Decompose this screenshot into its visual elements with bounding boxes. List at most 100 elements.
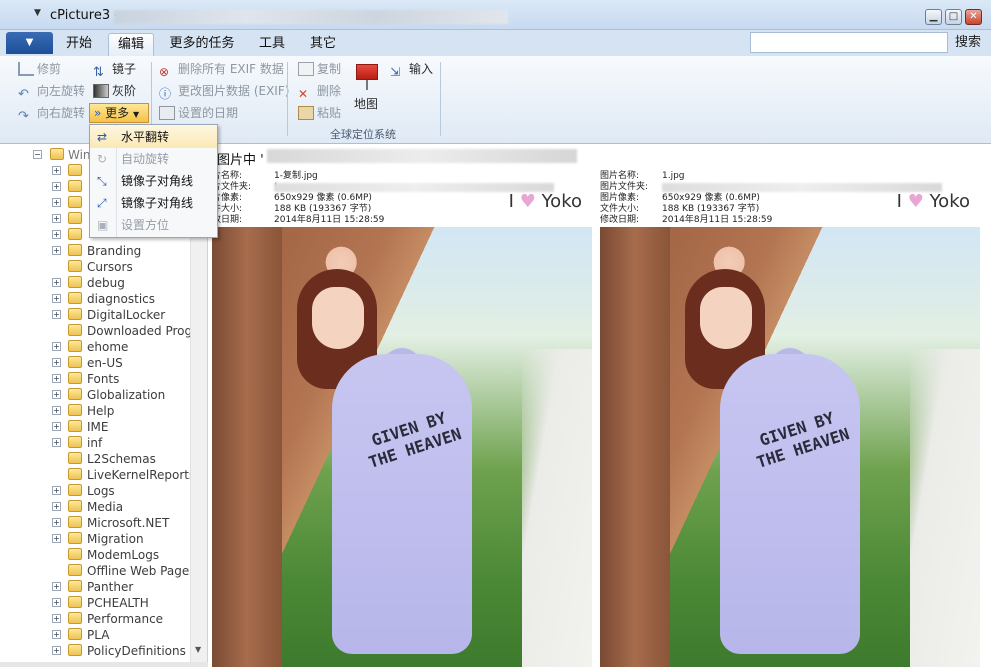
tree-item[interactable]: + inf [0, 435, 200, 451]
application-menu-button[interactable]: ▼ [6, 32, 53, 54]
tree-item[interactable]: Offline Web Pages [0, 563, 200, 579]
watermark-text: Yoko [929, 191, 970, 212]
tree-horizontal-scrollbar[interactable] [0, 662, 208, 667]
close-button[interactable]: ✕ [965, 9, 982, 25]
tree-item[interactable]: + debug [0, 275, 200, 291]
tree-item[interactable]: + PolicyDefinitions [0, 643, 200, 659]
tree-item[interactable]: + Globalization [0, 387, 200, 403]
more-dropdown-button[interactable]: » 更多 ▼ [89, 103, 149, 123]
expand-toggle-icon[interactable]: + [52, 422, 61, 431]
grayscale-button[interactable]: 灰阶 [93, 82, 136, 100]
expand-toggle-icon[interactable]: + [52, 294, 61, 303]
tree-item[interactable]: + en-US [0, 355, 200, 371]
edit-exif-button[interactable]: ⓘ 更改图片数据 (EXIF) [159, 82, 289, 101]
tree-item[interactable]: Cursors [0, 259, 200, 275]
expand-toggle-icon[interactable]: + [52, 534, 61, 543]
expand-toggle-icon[interactable]: + [52, 230, 61, 239]
tab-start[interactable]: 开始 [60, 33, 98, 56]
tree-item[interactable]: + IME [0, 419, 200, 435]
search-input[interactable] [750, 32, 948, 53]
tree-item[interactable]: + DigitalLocker [0, 307, 200, 323]
menu-item-3[interactable]: ⤡ 镜像子对角线 [90, 170, 217, 192]
expand-toggle-icon[interactable]: + [52, 214, 61, 223]
image-preview-card[interactable]: 图片名称: 1.jpg 图片文件夹: 图片像素: 650x929 像素 (0.6MP) 文… [600, 169, 980, 667]
expand-toggle-icon[interactable]: + [52, 406, 61, 415]
folder-icon [68, 628, 82, 640]
tree-item[interactable]: + PLA [0, 627, 200, 643]
tree-item[interactable]: + ehome [0, 339, 200, 355]
expand-toggle-icon[interactable]: + [52, 486, 61, 495]
tree-item-label: DigitalLocker [87, 308, 166, 322]
tab-other[interactable]: 其它 [303, 33, 343, 56]
photo-wall [212, 227, 282, 667]
tree-item[interactable]: Downloaded Program [0, 323, 207, 339]
tree-item[interactable]: + Microsoft.NET [0, 515, 200, 531]
expand-toggle-icon[interactable]: + [52, 438, 61, 447]
input-button[interactable]: ⇲ 输入 [390, 60, 433, 79]
scroll-down-icon[interactable]: ▼ [195, 645, 201, 654]
tab-tools[interactable]: 工具 [252, 33, 292, 56]
maximize-button[interactable]: □ [945, 9, 962, 25]
map-button[interactable]: 地图 [354, 62, 380, 114]
ribbon-separator [440, 62, 441, 136]
tree-item-label: Migration [87, 532, 144, 546]
tree-item[interactable]: + diagnostics [0, 291, 200, 307]
tree-item-label: LiveKernelReports [87, 468, 196, 482]
expand-toggle-icon[interactable]: + [52, 166, 61, 175]
set-date-button[interactable]: 设置的日期 [159, 104, 238, 122]
expand-toggle-icon[interactable]: + [52, 614, 61, 623]
tree-item[interactable]: + PCHEALTH [0, 595, 200, 611]
menu-item-1[interactable]: ⇄ 水平翻转 [90, 126, 217, 148]
expand-toggle-icon[interactable]: + [52, 182, 61, 191]
tree-item-label: inf [87, 436, 103, 450]
tree-item[interactable]: + Fonts [0, 371, 200, 387]
expand-toggle-icon[interactable]: + [52, 598, 61, 607]
collapse-toggle-icon[interactable]: − [33, 150, 42, 159]
expand-toggle-icon[interactable]: + [52, 358, 61, 367]
expand-toggle-icon[interactable]: + [52, 582, 61, 591]
crop-button[interactable]: 修剪 [18, 60, 61, 78]
tree-item[interactable]: L2Schemas [0, 451, 200, 467]
tree-item[interactable]: + Panther [0, 579, 200, 595]
tree-item[interactable]: + Migration [0, 531, 200, 547]
mirror-icon: ⇅ [93, 65, 104, 80]
expand-toggle-icon[interactable]: + [52, 310, 61, 319]
watermark-prefix: I [896, 191, 902, 212]
delete-exif-button[interactable]: ⊗ 删除所有 EXIF 数据 [159, 60, 284, 79]
tree-item[interactable]: LiveKernelReports [0, 467, 200, 483]
expand-toggle-icon[interactable]: + [52, 198, 61, 207]
copy-button[interactable]: 复制 [298, 60, 341, 78]
remove-button[interactable]: ✕ 删除 [298, 82, 341, 101]
tree-item[interactable]: + Help [0, 403, 200, 419]
expand-toggle-icon[interactable]: + [52, 278, 61, 287]
expand-toggle-icon[interactable]: + [52, 518, 61, 527]
expand-toggle-icon[interactable]: + [52, 646, 61, 655]
expand-toggle-icon[interactable]: + [52, 246, 61, 255]
system-menu-icon[interactable]: ▼ [34, 8, 41, 18]
meta-filesize: 188 KB (193367 字节) [662, 204, 760, 214]
expand-toggle-icon[interactable]: + [52, 502, 61, 511]
menu-item-4[interactable]: ⤢ 镜像子对角线 [90, 192, 217, 214]
tree-item[interactable]: + Logs [0, 483, 200, 499]
tab-edit[interactable]: 编辑 [108, 33, 154, 56]
image-preview-card[interactable]: 片名称:1-复制.jpg片文件夹:!片像素:650x929 像素 (0.6MP)… [212, 169, 592, 667]
tree-item[interactable]: + Media [0, 499, 200, 515]
expand-toggle-icon[interactable]: + [52, 390, 61, 399]
tree-item[interactable]: ModemLogs [0, 547, 200, 563]
tree-item[interactable]: + Branding [0, 243, 200, 259]
title-bar: ▼ cPicture3 - ▁ □ ✕ [0, 0, 991, 30]
paste-button[interactable]: 粘贴 [298, 104, 341, 122]
expand-toggle-icon[interactable]: + [52, 630, 61, 639]
search-button[interactable]: 搜索 [950, 33, 986, 53]
expand-toggle-icon[interactable]: + [52, 374, 61, 383]
rotate-left-button[interactable]: ↶ 向左旋转 [18, 82, 85, 102]
folder-icon [68, 228, 82, 240]
tree-item[interactable]: + Performance [0, 611, 200, 627]
rotate-right-button[interactable]: ↷ 向右旋转 [18, 104, 85, 124]
minimize-button[interactable]: ▁ [925, 9, 942, 25]
expand-toggle-icon[interactable]: + [52, 342, 61, 351]
mirror-button[interactable]: ⇅ 镜子 [93, 60, 136, 80]
folder-icon [68, 164, 82, 176]
tab-more-tasks[interactable]: 更多的任务 [163, 33, 241, 56]
calendar-icon [159, 106, 175, 120]
